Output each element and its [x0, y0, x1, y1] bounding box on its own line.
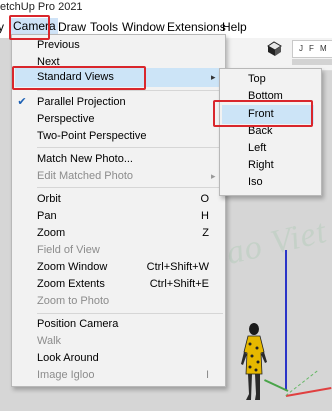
menu-extensions[interactable]: Extensions: [167, 20, 226, 34]
annotation-front-box: [213, 100, 313, 127]
shortcut-pan: H: [201, 210, 209, 222]
menu-item-zoom-window[interactable]: Zoom Window: [37, 259, 107, 276]
scale-figure: [241, 323, 267, 400]
standard-views-submenu: Top Bottom Front Back Left Right Iso: [219, 68, 322, 196]
menu-item-walk: Walk: [37, 335, 62, 347]
view-left[interactable]: Left: [248, 140, 266, 157]
menu-item-zoom[interactable]: Zoom: [37, 225, 65, 242]
shortcut-image-igloo: I: [205, 369, 209, 381]
menu-item-edit-matched-photo: Edit Matched Photo: [37, 170, 134, 182]
menu-item-orbit[interactable]: Orbit: [37, 191, 61, 208]
view-iso[interactable]: Iso: [248, 174, 263, 191]
menu-separator: [37, 90, 223, 91]
menu-item-parallel-projection[interactable]: Parallel Projection: [37, 94, 126, 111]
menu-item-field-of-view: Field of View: [37, 244, 100, 256]
checkmark-icon: ✔: [17, 96, 27, 108]
menu-separator: [37, 313, 223, 314]
menu-separator: [37, 187, 223, 188]
menu-item-match-new-photo[interactable]: Match New Photo...: [37, 151, 133, 168]
menu-window[interactable]: Window: [122, 20, 165, 34]
menu-item-pan[interactable]: Pan: [37, 208, 57, 225]
blue-axis: [285, 250, 287, 390]
menu-item-perspective[interactable]: Perspective: [37, 111, 94, 128]
shortcut-zoom: Z: [202, 227, 209, 239]
menu-draw[interactable]: Draw: [58, 20, 86, 34]
month-label: F: [309, 44, 314, 53]
menu-fragment: y: [0, 20, 4, 34]
annotation-standard-views-box: [12, 66, 146, 90]
chevron-right-icon: ▸: [211, 72, 216, 82]
menu-tools[interactable]: Tools: [90, 20, 118, 34]
menu-item-position-camera[interactable]: Position Camera: [37, 316, 118, 333]
menu-help[interactable]: Help: [222, 20, 247, 34]
annotation-camera-box: [9, 15, 50, 40]
shortcut-zoom-extents: Ctrl+Shift+E: [149, 278, 209, 290]
title-bar: etchUp Pro 2021: [0, 0, 332, 17]
view-top[interactable]: Top: [248, 71, 266, 88]
shortcut-orbit: O: [200, 193, 209, 205]
menu-item-look-around[interactable]: Look Around: [37, 350, 99, 367]
window-title: etchUp Pro 2021: [0, 1, 83, 13]
menu-separator: [37, 147, 223, 148]
view-right[interactable]: Right: [248, 157, 274, 174]
month-label: M: [320, 44, 327, 53]
shadow-slider[interactable]: [292, 59, 332, 65]
menu-item-zoom-to-photo: Zoom to Photo: [37, 295, 110, 307]
month-label: J: [299, 44, 303, 53]
toolbar-icon[interactable]: [265, 40, 283, 58]
chevron-right-icon: ▸: [211, 171, 216, 181]
menu-item-zoom-extents[interactable]: Zoom Extents: [37, 276, 105, 293]
menu-item-two-point-perspective[interactable]: Two-Point Perspective: [37, 128, 146, 145]
menu-item-image-igloo: Image Igloo: [37, 369, 95, 381]
shortcut-zoom-window: Ctrl+Shift+W: [146, 261, 209, 273]
shadow-month-strip[interactable]: J F M: [292, 40, 332, 58]
